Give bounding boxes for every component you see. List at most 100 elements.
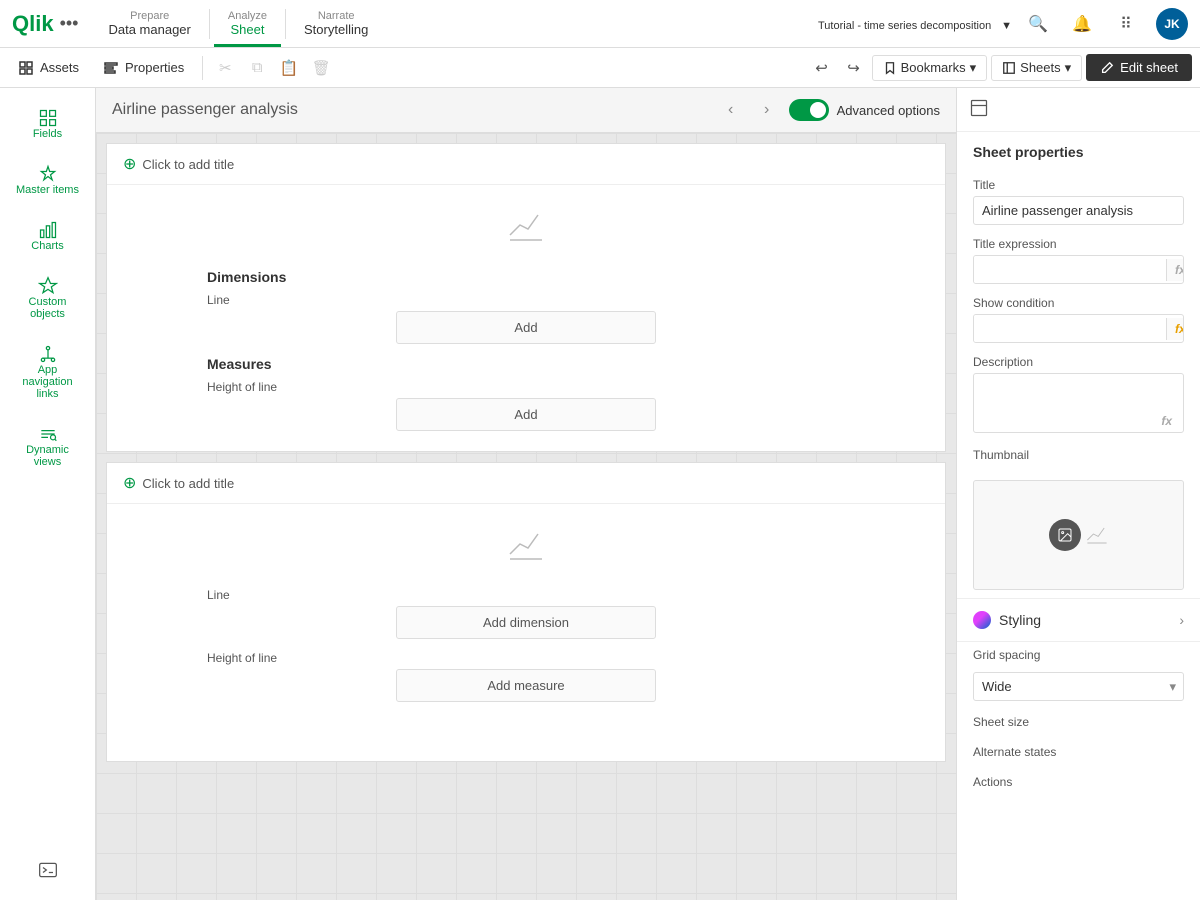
- advanced-options-toggle[interactable]: Advanced options: [789, 99, 940, 121]
- add-title-icon-1: ⊕: [123, 154, 136, 174]
- sheets-label: Sheets: [1020, 60, 1060, 75]
- add-title-icon-2: ⊕: [123, 473, 136, 493]
- dimension-field-label-1: Line: [207, 293, 230, 307]
- canvas-prev-button[interactable]: ‹: [717, 96, 745, 124]
- measures-title-1: Measures: [207, 356, 272, 372]
- nav-narrate[interactable]: Narrate Storytelling: [290, 0, 382, 47]
- sheet-size-row: Sheet size: [957, 709, 1200, 739]
- user-avatar[interactable]: JK: [1156, 8, 1188, 40]
- custom-objects-icon: [38, 276, 58, 296]
- bookmarks-chevron: ▾: [970, 60, 977, 76]
- styling-expand-icon: ›: [1179, 612, 1184, 628]
- qlik-logo-text: Qlik: [12, 11, 54, 37]
- sheet-card-2-header[interactable]: ⊕ Click to add title: [107, 463, 945, 504]
- add-title-label-1: Click to add title: [142, 157, 234, 172]
- sidebar-item-charts[interactable]: Charts: [8, 210, 88, 262]
- show-condition-input-wrap: fx: [973, 314, 1184, 343]
- qlik-logo[interactable]: Qlik •••: [12, 11, 78, 37]
- sidebar-item-master-items[interactable]: Master items: [8, 154, 88, 206]
- sheets-button[interactable]: Sheets ▾: [991, 55, 1082, 81]
- edit-sheet-button[interactable]: Edit sheet: [1086, 54, 1192, 81]
- title-expression-fx-button[interactable]: fx: [1166, 259, 1184, 281]
- add-dimension-button-1[interactable]: Add: [396, 311, 656, 344]
- description-input-wrap: fx: [973, 373, 1184, 436]
- sheet-card-2: ⊕ Click to add title Line Add dimension …: [106, 462, 946, 762]
- app-nav-label: App navigation links: [16, 364, 80, 400]
- grid-apps-button[interactable]: ⠿: [1108, 6, 1144, 42]
- top-nav: Qlik ••• Prepare Data manager Analyze Sh…: [0, 0, 1200, 48]
- sidebar-item-dynamic-views[interactable]: Dynamic views: [8, 414, 88, 478]
- sheet-card-1-header[interactable]: ⊕ Click to add title: [107, 144, 945, 185]
- master-items-label: Master items: [16, 184, 79, 196]
- qlik-menu-icon[interactable]: •••: [60, 13, 79, 34]
- charts-label: Charts: [31, 240, 63, 252]
- add-measure-button-1[interactable]: Add: [396, 398, 656, 431]
- styling-row-left: Styling: [973, 611, 1041, 629]
- add-dimension-button-2[interactable]: Add dimension: [396, 606, 656, 639]
- assets-button[interactable]: Assets: [8, 56, 89, 80]
- terminal-icon: [38, 860, 58, 880]
- sheet-card-2-body: Line Add dimension Height of line Add me…: [107, 504, 945, 722]
- nav-separator-2: [285, 9, 286, 39]
- nav-separator-1: [209, 9, 210, 39]
- dimension-field-label-2: Line: [207, 588, 230, 602]
- description-label: Description: [973, 355, 1184, 369]
- properties-label: Properties: [125, 60, 184, 75]
- canvas-next-button[interactable]: ›: [753, 96, 781, 124]
- title-expression-input[interactable]: [974, 256, 1166, 283]
- add-measure-button-2[interactable]: Add measure: [396, 669, 656, 702]
- nav-analyze-sheet[interactable]: Analyze Sheet: [214, 0, 281, 47]
- sidebar-item-app-nav[interactable]: App navigation links: [8, 334, 88, 410]
- title-label: Title: [973, 178, 1184, 192]
- sidebar-item-custom-objects[interactable]: Custom objects: [8, 266, 88, 330]
- measure-field-label-2: Height of line: [207, 651, 277, 665]
- copy-button[interactable]: ⧉: [243, 54, 271, 82]
- nav-prepare[interactable]: Prepare Data manager: [94, 0, 204, 47]
- grid-spacing-row: Grid spacing: [957, 642, 1200, 672]
- redo-button[interactable]: ↪: [840, 54, 868, 82]
- app-title[interactable]: Tutorial - time series decomposition ▼: [812, 16, 1012, 32]
- main-layout: Fields Master items Charts Custom object…: [0, 88, 1200, 900]
- sheet-card-1: ⊕ Click to add title Dimensions Line Add…: [106, 143, 946, 452]
- undo-button[interactable]: ↩: [808, 54, 836, 82]
- description-fx-button[interactable]: fx: [1153, 410, 1180, 432]
- bookmarks-button[interactable]: Bookmarks ▾: [872, 55, 988, 81]
- grid-spacing-select-wrap: Wide Medium Narrow ▾: [973, 672, 1184, 701]
- properties-button[interactable]: Properties: [93, 56, 194, 80]
- sheet-scroll-area[interactable]: ⊕ Click to add title Dimensions Line Add…: [96, 133, 956, 900]
- notifications-button[interactable]: 🔔: [1064, 6, 1100, 42]
- chart-placeholder-icon-1: [506, 205, 546, 253]
- paste-button[interactable]: 📋: [275, 54, 303, 82]
- alternate-states-label: Alternate states: [973, 745, 1184, 759]
- measure-field-label-1: Height of line: [207, 380, 277, 394]
- toolbar-divider-1: [202, 56, 203, 80]
- actions-row: Actions: [957, 769, 1200, 799]
- fields-icon: [38, 108, 58, 128]
- properties-icon: [103, 60, 119, 76]
- title-expression-label: Title expression: [973, 237, 1184, 251]
- title-input[interactable]: [973, 196, 1184, 225]
- actions-label: Actions: [973, 775, 1184, 789]
- show-condition-label: Show condition: [973, 296, 1184, 310]
- description-row: Description fx: [957, 349, 1200, 442]
- search-button[interactable]: 🔍: [1020, 6, 1056, 42]
- title-prop-row: Title: [957, 172, 1200, 231]
- sheet-properties-section: Sheet properties Title Title expression …: [957, 132, 1200, 599]
- grid-spacing-select[interactable]: Wide Medium Narrow: [973, 672, 1184, 701]
- show-condition-input[interactable]: [974, 315, 1166, 342]
- advanced-options-switch[interactable]: [789, 99, 829, 121]
- sheet-properties-title: Sheet properties: [957, 132, 1200, 172]
- styling-row[interactable]: Styling ›: [957, 599, 1200, 642]
- app-nav-icon: [38, 344, 58, 364]
- main-toolbar: Assets Properties ✂ ⧉ 📋 🗑 ↩ ↪ Bookmarks …: [0, 48, 1200, 88]
- center-canvas: Airline passenger analysis ‹ › Advanced …: [96, 88, 956, 900]
- thumbnail-area[interactable]: [973, 480, 1184, 590]
- bookmark-icon: [883, 61, 897, 75]
- show-condition-fx-button[interactable]: fx: [1166, 318, 1184, 340]
- cut-button[interactable]: ✂: [211, 54, 239, 82]
- dynamic-views-icon: [38, 424, 58, 444]
- sidebar-item-fields[interactable]: Fields: [8, 98, 88, 150]
- dynamic-views-label: Dynamic views: [16, 444, 80, 468]
- sidebar-item-terminal[interactable]: [8, 850, 88, 890]
- delete-button[interactable]: 🗑: [307, 54, 335, 82]
